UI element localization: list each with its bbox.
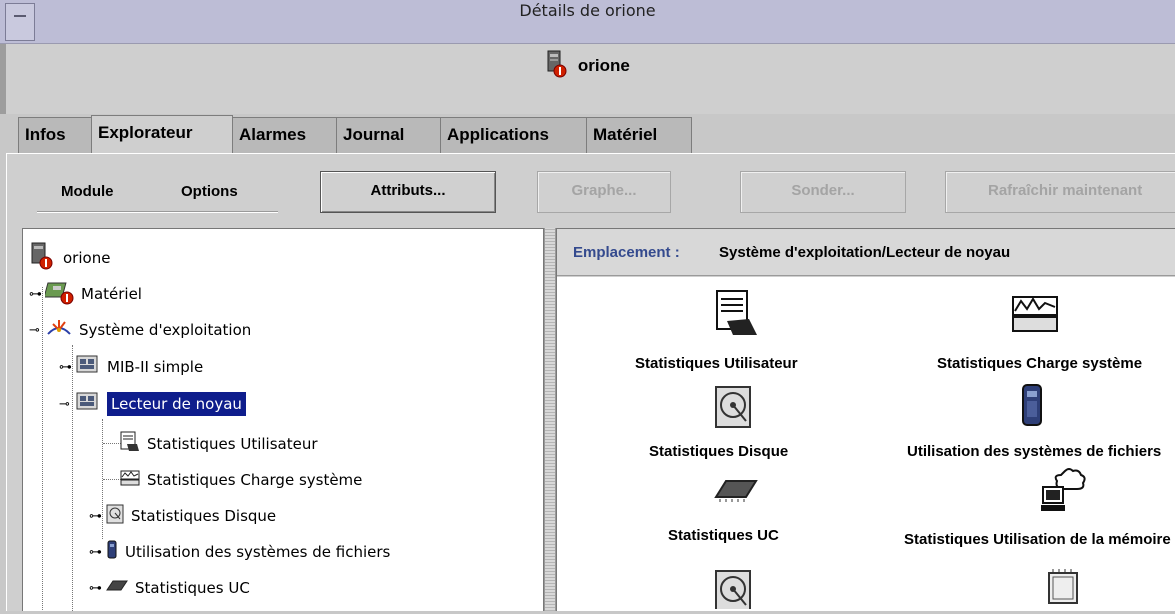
menu-options[interactable]: Options (181, 183, 238, 200)
filesystem-icon[interactable] (1019, 383, 1045, 438)
filesystem-icon (105, 539, 119, 565)
tree-item-label: Statistiques UC (135, 579, 250, 597)
icon-caption[interactable]: Statistiques Utilisation de la mémoire (904, 531, 1171, 548)
tab-applications[interactable]: Applications (440, 117, 587, 153)
window-title: Détails de orione (519, 1, 656, 20)
module-icon (75, 391, 101, 417)
menu-divider (37, 211, 278, 213)
tree-item-label: Utilisation des systèmes de fichiers (125, 543, 391, 561)
refresh-button[interactable]: Rafraîchir maintenant (945, 171, 1175, 213)
module-icon (75, 354, 101, 380)
collapse-toggle-icon[interactable]: ⊸ (59, 397, 75, 412)
chip-icon[interactable] (1043, 567, 1083, 614)
icon-view[interactable]: Statistiques Utilisateur Statistiques Ch… (557, 277, 1175, 614)
operating-system-icon (45, 316, 73, 344)
attributes-button[interactable]: Attributs... (320, 171, 496, 213)
expand-toggle-icon[interactable]: ⊶ (89, 545, 105, 560)
expand-toggle-icon[interactable]: ⊶ (29, 287, 45, 302)
tree-item-orione[interactable]: orione (29, 242, 111, 274)
host-server-icon (545, 50, 569, 83)
tab-explorateur[interactable]: Explorateur (91, 115, 233, 153)
tree-item-label: Statistiques Charge système (147, 471, 363, 489)
disk-icon[interactable] (712, 569, 756, 614)
host-server-icon (29, 242, 57, 274)
host-header: orione (0, 50, 1175, 83)
host-title: orione (577, 55, 630, 75)
tree-item-mib2[interactable]: ⊶ MIB-II simple (59, 352, 203, 382)
graph-button[interactable]: Graphe... (537, 171, 671, 213)
user-stats-icon (119, 431, 141, 457)
cpu-icon[interactable] (712, 477, 760, 508)
tab-infos[interactable]: Infos (18, 117, 92, 153)
tree-pane[interactable]: orione ⊶ Matériel ⊸ Système d'exploitati… (22, 228, 544, 611)
tree-item-filesystems[interactable]: ⊶ Utilisation des systèmes de fichiers (89, 537, 390, 567)
disk-icon (105, 503, 125, 529)
probe-button[interactable]: Sonder... (740, 171, 906, 213)
tree-item-user-stats[interactable]: Statistiques Utilisateur (119, 429, 318, 459)
location-label: Emplacement : (573, 244, 680, 261)
cpu-icon (105, 578, 129, 598)
tree-item-label: Matériel (81, 285, 142, 303)
tree-connector (72, 345, 73, 611)
tree-item-label: MIB-II simple (107, 358, 204, 376)
tree-item-disk-stats[interactable]: ⊶ Statistiques Disque (89, 501, 276, 531)
tree-item-label: Système d'exploitation (79, 321, 252, 339)
load-stats-icon (119, 467, 141, 493)
tree-item-os[interactable]: ⊸ Système d'exploitation (29, 315, 251, 345)
menu-module[interactable]: Module (61, 183, 114, 200)
icon-caption[interactable]: Statistiques Utilisateur (635, 355, 798, 372)
window-title-bar[interactable]: Détails de orione (0, 0, 1175, 44)
expand-toggle-icon[interactable]: ⊶ (89, 509, 105, 524)
expand-toggle-icon[interactable]: ⊶ (59, 360, 75, 375)
location-value: Système d'exploitation/Lecteur de noyau (719, 244, 1011, 261)
tree-item-materiel[interactable]: ⊶ Matériel (29, 279, 142, 309)
tree-item-label: Statistiques Disque (131, 507, 277, 525)
tree-item-label: Lecteur de noyau (107, 392, 246, 416)
icon-caption[interactable]: Statistiques Charge système (937, 355, 1142, 372)
tree-item-load-stats[interactable]: Statistiques Charge système (119, 465, 362, 495)
tab-journal[interactable]: Journal (336, 117, 441, 153)
tree-item-kernel-reader[interactable]: ⊸ Lecteur de noyau (59, 389, 246, 419)
memory-icon[interactable] (1039, 467, 1089, 524)
collapse-toggle-icon[interactable]: ⊸ (29, 323, 45, 338)
tab-alarmes[interactable]: Alarmes (232, 117, 337, 153)
icon-caption[interactable]: Utilisation des systèmes de fichiers (907, 443, 1161, 460)
tree-item-label: orione (63, 249, 111, 267)
tree-item-cpu-stats[interactable]: ⊶ Statistiques UC (89, 573, 250, 603)
tab-materiel[interactable]: Matériel (586, 117, 692, 153)
icon-caption[interactable]: Statistiques UC (668, 527, 779, 544)
user-stats-icon[interactable] (711, 289, 761, 344)
expand-toggle-icon[interactable]: ⊶ (89, 581, 105, 596)
disk-icon[interactable] (712, 385, 756, 438)
tree-item-label: Statistiques Utilisateur (147, 435, 318, 453)
pane-splitter[interactable] (544, 228, 556, 611)
load-stats-icon[interactable] (1009, 291, 1061, 342)
hardware-icon (43, 279, 75, 309)
icon-caption[interactable]: Statistiques Disque (649, 443, 788, 460)
